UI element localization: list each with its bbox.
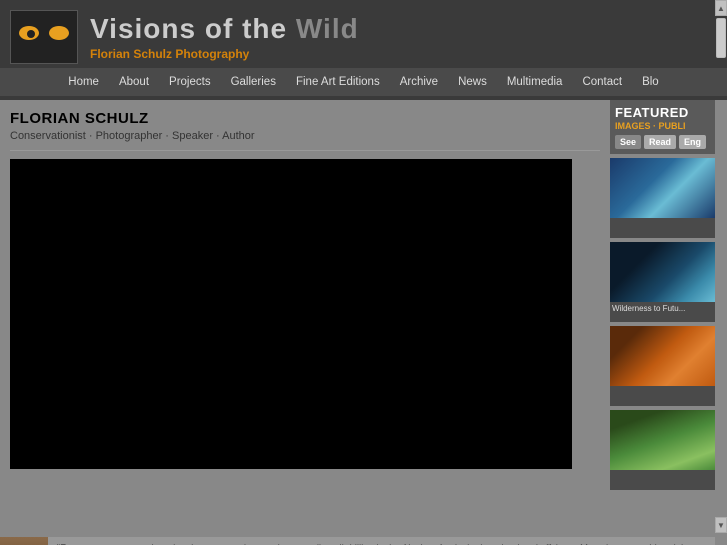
video-player[interactable] [10, 159, 572, 469]
site-header: Visions of the Wild Florian Schulz Photo… [0, 0, 727, 100]
sidebar-caption-3 [610, 386, 715, 406]
nav-contact[interactable]: Contact [572, 68, 632, 96]
nav-projects[interactable]: Projects [159, 68, 221, 96]
scroll-up-button[interactable]: ▲ [715, 0, 727, 16]
sidebar-thumb-4[interactable] [610, 410, 715, 470]
sidebar-image-3 [610, 326, 715, 406]
scroll-down-button[interactable]: ▼ [715, 517, 727, 533]
scroll-thumb[interactable] [716, 18, 726, 58]
footer-quote: "For many years now there has been stron… [48, 537, 715, 545]
sidebar-thumb-2[interactable] [610, 242, 715, 302]
site-title: Visions of the Wild [90, 13, 359, 45]
sidebar-images: Wilderness to Futu... [610, 158, 715, 490]
sidebar-caption-2: Wilderness to Futu... [610, 302, 715, 322]
featured-tabs: See Read Eng [615, 135, 710, 149]
main-area: FLORIAN SCHULZ Conservationist · Photogr… [0, 100, 715, 537]
nav-blog[interactable]: Blo [632, 68, 669, 96]
sidebar-caption-4 [610, 470, 715, 490]
featured-box: FEATURED IMAGES · PUBLI See Read Eng [610, 100, 715, 154]
right-sidebar: FEATURED IMAGES · PUBLI See Read Eng Wil… [610, 100, 715, 537]
nav-home[interactable]: Home [58, 68, 109, 96]
nav-about[interactable]: About [109, 68, 159, 96]
footer-area: "For many years now there has been stron… [0, 537, 715, 545]
sidebar-thumb-3[interactable] [610, 326, 715, 386]
divider [10, 150, 600, 151]
nav-galleries[interactable]: Galleries [221, 68, 286, 96]
nav-news[interactable]: News [448, 68, 497, 96]
sidebar-image-2: Wilderness to Futu... [610, 242, 715, 322]
featured-title: FEATURED [615, 105, 710, 120]
right-scrollbar: ▲ ▼ [715, 0, 727, 533]
nav-fineart[interactable]: Fine Art Editions [286, 68, 390, 96]
featured-tab-read[interactable]: Read [644, 135, 676, 149]
footer-avatar [0, 537, 48, 545]
nav-multimedia[interactable]: Multimedia [497, 68, 573, 96]
left-content: FLORIAN SCHULZ Conservationist · Photogr… [0, 100, 610, 537]
sidebar-image-1 [610, 158, 715, 238]
sidebar-caption-1 [610, 218, 715, 238]
featured-tab-see[interactable]: See [615, 135, 641, 149]
person-title: Conservationist · Photographer · Speaker… [10, 130, 600, 142]
sidebar-image-4 [610, 410, 715, 490]
site-subtitle: Florian Schulz Photography [90, 47, 359, 61]
featured-tab-eng[interactable]: Eng [679, 135, 706, 149]
avatar-image [0, 537, 48, 545]
person-name: FLORIAN SCHULZ [10, 110, 600, 127]
nav-bar: Home About Projects Galleries Fine Art E… [0, 68, 727, 96]
site-logo [10, 10, 78, 64]
featured-subtitle: IMAGES · PUBLI [615, 121, 710, 131]
nav-archive[interactable]: Archive [390, 68, 448, 96]
sidebar-thumb-1[interactable] [610, 158, 715, 218]
